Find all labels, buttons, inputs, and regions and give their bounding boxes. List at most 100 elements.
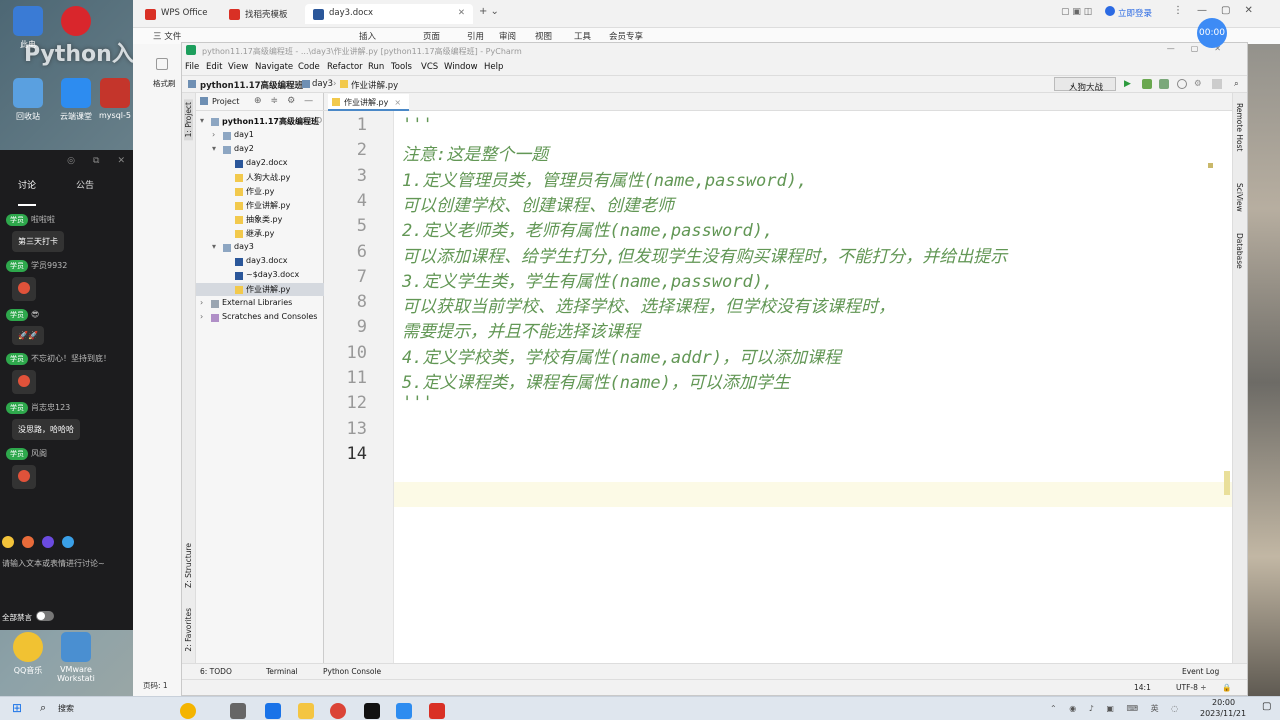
wps-menu-item-3[interactable]: 引用	[467, 30, 484, 42]
tree-item[interactable]: 作业讲解.py	[196, 283, 324, 296]
tree-item[interactable]: 人狗大战.py	[196, 171, 324, 184]
code-line[interactable]: '''	[402, 115, 433, 135]
file-explorer-icon[interactable]	[298, 703, 314, 719]
tree-item[interactable]: › day1	[196, 129, 324, 142]
menu-item-refactor[interactable]: Refactor	[327, 62, 363, 72]
tree-item[interactable]: › Scratches and Consoles	[196, 311, 324, 324]
caret-position[interactable]: 14:1	[1134, 683, 1151, 692]
tree-expand-arrow-icon[interactable]: ▾	[212, 242, 216, 251]
stop-icon[interactable]	[1212, 79, 1222, 89]
project-panel-actions[interactable]: ⊕≑⚙—	[254, 96, 322, 106]
tree-expand-arrow-icon[interactable]: ›	[200, 298, 203, 307]
store-icon[interactable]	[265, 703, 281, 719]
breadcrumb-day3[interactable]: day3	[312, 79, 333, 89]
editor-tab-active[interactable]: 作业讲解.py ×	[328, 94, 410, 111]
windows-start-icon[interactable]: ⊞	[12, 701, 22, 715]
tree-item[interactable]: ▾ python11.17高级编程班 D	[196, 115, 324, 128]
code-line[interactable]: 4.定义学校类，学校有属性(name,addr)，可以添加课程	[402, 343, 841, 368]
tree-item[interactable]: › External Libraries	[196, 297, 324, 310]
chrome-icon[interactable]	[330, 703, 346, 719]
wps-tab-day3-docx[interactable]: day3.docx ✕	[305, 4, 473, 24]
close-tab-icon[interactable]: ×	[394, 98, 401, 107]
debug-icon[interactable]	[1142, 79, 1152, 89]
tree-expand-arrow-icon[interactable]: ›	[200, 312, 203, 321]
code-line[interactable]: 可以创建学校、创建课程、创建老师	[402, 191, 674, 216]
tree-item[interactable]: day3.docx	[196, 255, 324, 268]
build-icon[interactable]: ⚙	[1194, 79, 1204, 89]
code-line[interactable]: 可以获取当前学校、选择学校、选择课程，但学校没有该课程时，	[402, 292, 895, 317]
tree-item[interactable]: 抽象类.py	[196, 213, 324, 226]
popout-icon[interactable]: ⧉	[93, 156, 99, 172]
project-view-select[interactable]: Project	[212, 97, 239, 106]
code-line[interactable]: 2.定义老师类，老师有属性(name,password),	[402, 216, 773, 241]
menu-item-help[interactable]: Help	[484, 62, 503, 72]
tree-expand-arrow-icon[interactable]: ▾	[200, 116, 204, 125]
editor-scrollbar[interactable]	[1224, 471, 1230, 495]
tool-tab-python-console[interactable]: Python Console	[323, 667, 381, 676]
code-line[interactable]: 3.定义学生类，学生有属性(name,password),	[402, 267, 773, 292]
tree-item[interactable]: ▾ day3	[196, 241, 324, 254]
tree-expand-arrow-icon[interactable]: ▾	[212, 144, 216, 153]
file-encoding[interactable]: UTF-8 ÷	[1176, 683, 1207, 692]
new-tab-icon[interactable]: + ⌄	[479, 6, 499, 17]
event-log-button[interactable]: Event Log	[1182, 667, 1219, 676]
menu-item-edit[interactable]: Edit	[206, 62, 222, 72]
tree-item[interactable]: ▾ day2	[196, 143, 324, 156]
tree-item[interactable]: 继承.py	[196, 227, 324, 240]
coverage-icon[interactable]	[1159, 79, 1169, 89]
wps-menu-item-4[interactable]: 审阅	[499, 30, 516, 42]
wps-menu-item-5[interactable]: 视图	[535, 30, 552, 42]
run-icon[interactable]: ▶	[1124, 79, 1134, 89]
bee-app-icon[interactable]	[180, 703, 196, 719]
code-line[interactable]: '''	[402, 393, 433, 413]
wps-menu-item-7[interactable]: 会员专享	[609, 30, 643, 42]
chat-input[interactable]: 请输入文本或表情进行讨论~	[2, 558, 105, 569]
tree-item[interactable]: 作业.py	[196, 185, 324, 198]
menu-item-tools[interactable]: Tools	[391, 62, 412, 72]
tool-window-structure[interactable]: Z: Structure	[184, 543, 193, 588]
tree-item[interactable]: 作业讲解.py	[196, 199, 324, 212]
code-line[interactable]: 需要提示，并且不能选择该课程	[402, 317, 640, 342]
profile-icon[interactable]	[1177, 79, 1187, 89]
settings-icon[interactable]: ◎	[67, 156, 75, 172]
tab-discussion[interactable]: 讨论	[18, 178, 37, 206]
menu-item-code[interactable]: Code	[298, 62, 320, 72]
wps-tab-templates[interactable]: 找稻壳模板	[221, 4, 298, 24]
menu-item-navigate[interactable]: Navigate	[255, 62, 293, 72]
run-config-select[interactable]: 人狗大战 ⌄	[1054, 77, 1116, 93]
code-line[interactable]: 1.定义管理员类，管理员有属性(name,password),	[402, 166, 807, 191]
mute-all-toggle[interactable]	[36, 611, 54, 621]
wps-tab-home[interactable]: WPS Office	[137, 4, 217, 24]
tool-tab-terminal[interactable]: Terminal	[266, 667, 298, 676]
tool-tab-todo[interactable]: 6: TODO	[200, 667, 232, 676]
tool-window-remote-host[interactable]: Remote Host	[1235, 103, 1244, 151]
code-line[interactable]: 注意:这是整个一题	[402, 140, 548, 165]
wps-menu-item-2[interactable]: 页面	[423, 30, 440, 42]
image-icon[interactable]	[62, 536, 74, 548]
menu-item-run[interactable]: Run	[368, 62, 384, 72]
tab-announcement[interactable]: 公告	[76, 178, 94, 206]
lock-icon[interactable]: 🔒	[1222, 683, 1231, 692]
wps-taskbar-icon[interactable]	[429, 703, 445, 719]
code-line[interactable]: 可以添加课程、给学生打分,但发现学生没有购买课程时，不能打分，并给出提示	[402, 242, 1007, 267]
breadcrumb-project[interactable]: python11.17高级编程班	[200, 79, 303, 91]
code-line[interactable]: 5.定义课程类，课程有属性(name)，可以添加学生	[402, 368, 790, 393]
menu-item-file[interactable]: File	[185, 62, 199, 72]
menu-item-vcs[interactable]: VCS	[421, 62, 438, 72]
tool-window-favorites[interactable]: 2: Favorites	[184, 608, 193, 652]
system-tray-icons[interactable]: ⌃ ◉ ♪ ▣ ⌨ 英 ◌	[1050, 703, 1183, 714]
tree-item[interactable]: day2.docx	[196, 157, 324, 170]
tree-expand-arrow-icon[interactable]: ›	[212, 130, 215, 139]
format-brush-icon[interactable]	[156, 58, 168, 70]
wps-menu-item-6[interactable]: 工具	[574, 30, 591, 42]
desktop-icon-mysql[interactable]: mysql-5	[95, 78, 135, 120]
login-link[interactable]: 立即登录	[1118, 7, 1152, 19]
close-icon[interactable]: ✕	[117, 156, 125, 172]
breadcrumb-file[interactable]: 作业讲解.py	[351, 79, 398, 91]
menu-item-window[interactable]: Window	[444, 62, 478, 72]
window-layout-icons[interactable]: ▢ ▣ ◫	[1061, 7, 1092, 17]
taskbar-search[interactable]: 搜索	[58, 703, 74, 714]
tool-window-database[interactable]: Database	[1235, 233, 1244, 269]
close-tab-icon[interactable]: ✕	[458, 8, 465, 18]
wps-menu-item-1[interactable]: 插入	[359, 30, 376, 42]
